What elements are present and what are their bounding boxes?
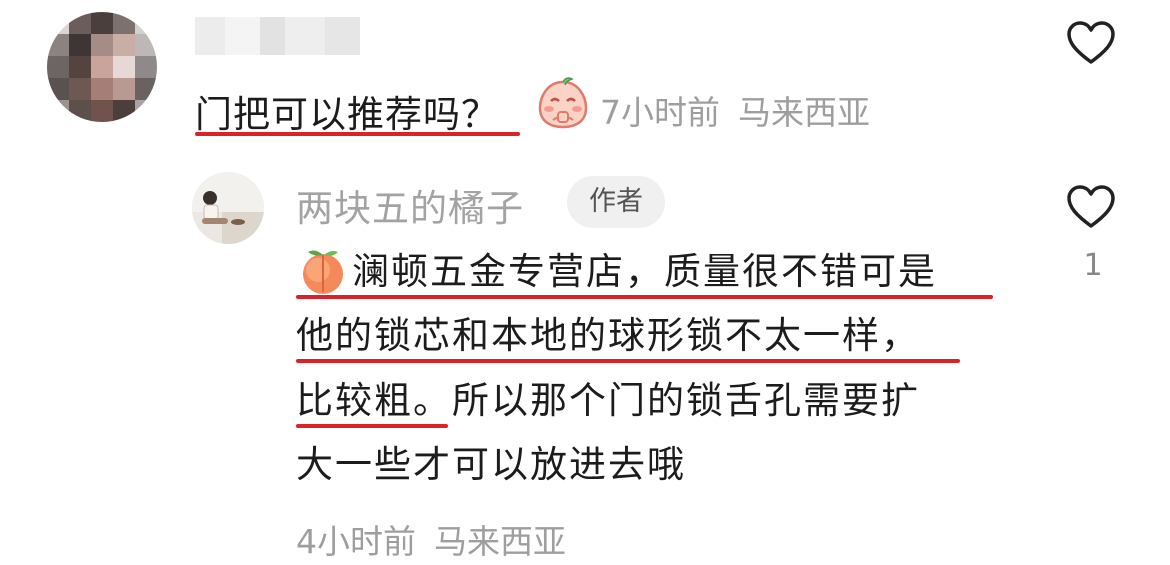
reply-underline-1 [296, 295, 993, 299]
reply-like-heart-icon[interactable] [1066, 184, 1116, 230]
like-heart-icon[interactable] [1066, 20, 1116, 66]
commenter-name-blurred[interactable] [195, 17, 360, 55]
reply-time: 4小时前 [296, 522, 416, 561]
reply-author-avatar[interactable] [192, 172, 264, 244]
reply-like-count: 1 [1083, 248, 1103, 283]
comment-time: 7小时前 [600, 93, 720, 132]
reply-author-name[interactable]: 两块五的橘子 [296, 178, 524, 232]
reply-text-line-3: 比较粗。所以那个门的锁舌孔需要扩 [296, 379, 920, 422]
reply-text-line-1: 澜顿五金专营店，质量很不错可是 [352, 250, 937, 293]
comment-text: 门把可以推荐吗？ [195, 93, 499, 136]
peach-face-emoji-icon [536, 76, 590, 130]
commenter-avatar[interactable] [47, 12, 157, 122]
comment-underline [195, 132, 520, 136]
author-badge: 作者 [567, 176, 665, 228]
reply-meta: 4小时前 马来西亚 [296, 515, 566, 563]
reply-location: 马来西亚 [434, 522, 566, 561]
reply-underline-3 [296, 424, 448, 428]
peach-emoji-icon [298, 246, 348, 296]
reply-text-line-2: 他的锁芯和本地的球形锁不太一样， [296, 314, 920, 357]
reply-text-line-4: 大一些才可以放进去哦 [296, 443, 686, 486]
reply-underline-2 [296, 359, 960, 363]
comment-location: 马来西亚 [738, 93, 870, 132]
comment-meta: 7小时前 马来西亚 [600, 86, 870, 134]
